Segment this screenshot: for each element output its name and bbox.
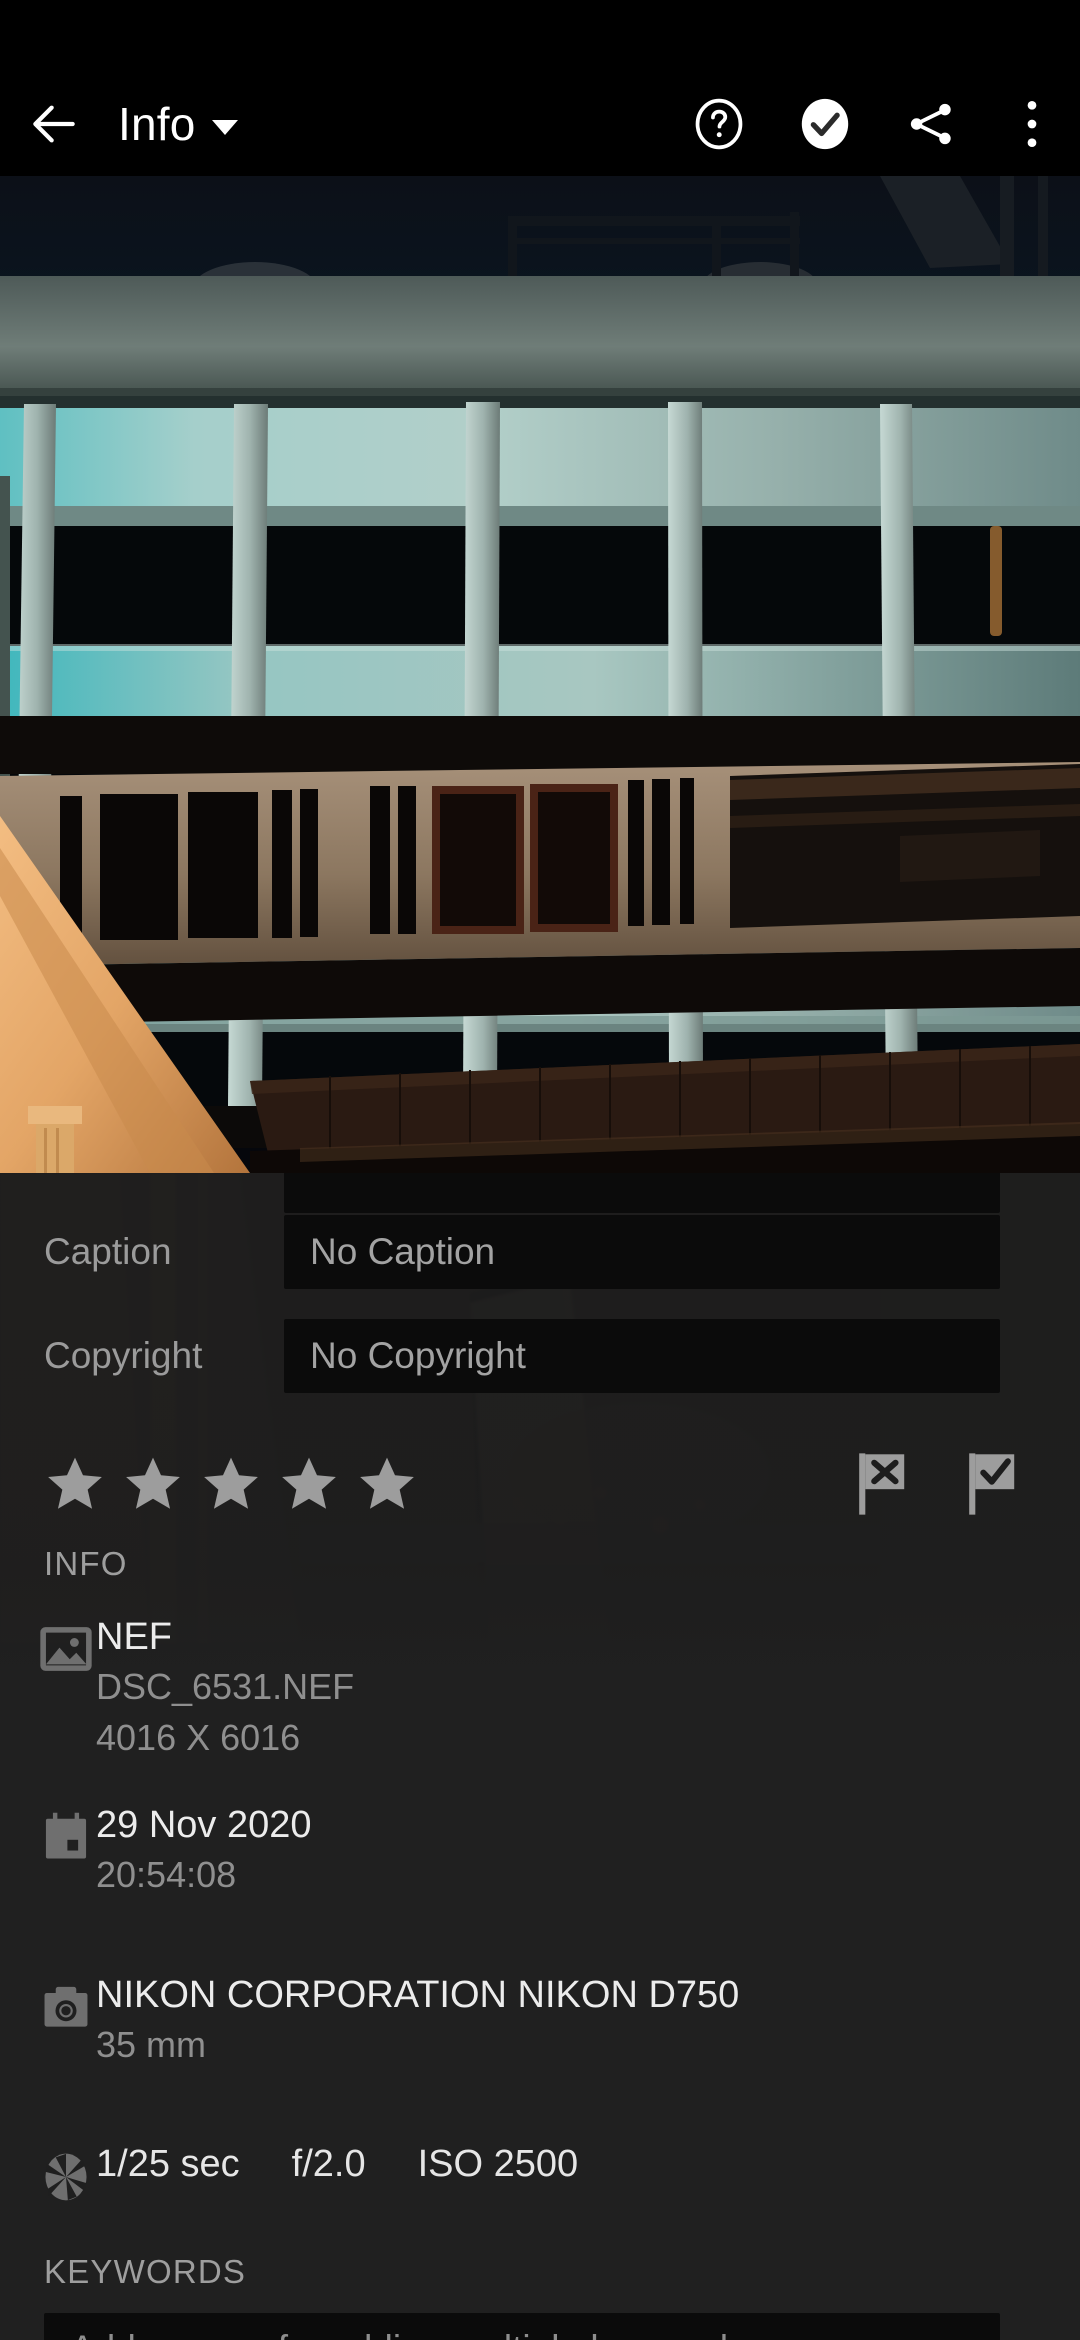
flag-controls — [856, 1451, 1028, 1517]
keywords-input[interactable]: Add comma for adding multiple keywords — [44, 2313, 1000, 2340]
file-dimensions: 4016 X 6016 — [96, 1716, 301, 1758]
info-row-camera-icon-wrap — [0, 1973, 96, 2040]
capture-time: 20:54:08 — [96, 1853, 237, 1895]
share-button[interactable] — [878, 72, 984, 176]
copyright-label: Copyright — [44, 1335, 203, 1376]
info-row-file: NEF DSC_6531.NEF 4016 X 6016 — [0, 1615, 1080, 1761]
photo-info-screen: Info Caption No Caption Copyright No Cop… — [0, 0, 1080, 2340]
caption-input[interactable]: No Caption — [284, 1215, 1000, 1289]
star-icon-4[interactable] — [278, 1453, 340, 1515]
share-icon — [910, 103, 951, 145]
shutter-speed: 1/25 sec — [96, 2143, 240, 2185]
help-circle-icon — [695, 98, 743, 150]
focal-length: 35 mm — [96, 2023, 207, 2065]
help-button[interactable] — [666, 72, 772, 176]
calendar-icon — [45, 1812, 87, 1859]
file-name: DSC_6531.NEF — [96, 1665, 355, 1707]
star-icon-3[interactable] — [200, 1453, 262, 1515]
photo-lower-building — [0, 716, 1080, 1173]
info-row-date-text: 29 Nov 2020 20:54:08 — [96, 1803, 312, 1899]
top-toolbar: Info — [0, 72, 1080, 176]
star-rating[interactable] — [44, 1453, 418, 1515]
image-icon — [40, 1627, 92, 1671]
caption-row: Caption No Caption — [0, 1213, 1080, 1291]
check-circle-icon — [801, 98, 849, 150]
status-bar — [0, 0, 1080, 72]
info-title-dropdown[interactable]: Info — [118, 101, 238, 147]
chevron-down-icon — [211, 119, 238, 135]
exposure-values: 1/25 sec f/2.0 ISO 2500 — [96, 2143, 578, 2186]
overflow-menu-button[interactable] — [984, 72, 1080, 176]
star-icon-1[interactable] — [44, 1453, 106, 1515]
caption-value: No Caption — [310, 1231, 496, 1272]
info-section-header: INFO — [44, 1545, 128, 1582]
camera-model: NIKON CORPORATION NIKON D750 — [96, 1974, 740, 2016]
confirm-button[interactable] — [772, 72, 878, 176]
photo-preview[interactable] — [0, 176, 1080, 1173]
caption-label: Caption — [44, 1231, 172, 1272]
flag-reject-icon[interactable] — [856, 1451, 918, 1517]
info-row-date-icon-wrap — [0, 1803, 96, 1870]
info-row-camera-text: NIKON CORPORATION NIKON D750 35 mm — [96, 1973, 739, 2069]
info-row-camera: NIKON CORPORATION NIKON D750 35 mm — [0, 1973, 1080, 2069]
info-row-file-text: NEF DSC_6531.NEF 4016 X 6016 — [96, 1615, 354, 1761]
info-row-exposure-icon-wrap — [0, 2143, 96, 2210]
capture-date: 29 Nov 2020 — [96, 1804, 312, 1846]
info-row-exposure: 1/25 sec f/2.0 ISO 2500 — [0, 2143, 1080, 2210]
more-vertical-icon — [1027, 100, 1037, 148]
arrow-left-icon — [33, 105, 75, 143]
field-above-caption-partial[interactable] — [284, 1173, 1000, 1213]
panel-content: Caption No Caption Copyright No Copyrigh… — [0, 1173, 1080, 2340]
file-format: NEF — [96, 1616, 172, 1658]
keywords-section-header: KEYWORDS — [44, 2253, 247, 2290]
copyright-value: No Copyright — [310, 1335, 526, 1376]
back-button[interactable] — [0, 72, 108, 176]
info-row-date: 29 Nov 2020 20:54:08 — [0, 1803, 1080, 1899]
aperture-icon — [45, 2153, 87, 2201]
rating-row — [0, 1429, 1080, 1539]
iso-value: ISO 2500 — [417, 2143, 579, 2185]
star-icon-2[interactable] — [122, 1453, 184, 1515]
flag-pick-icon[interactable] — [966, 1451, 1028, 1517]
keywords-placeholder: Add comma for adding multiple keywords — [70, 2328, 747, 2340]
copyright-row: Copyright No Copyright — [0, 1317, 1080, 1395]
aperture-value: f/2.0 — [291, 2143, 366, 2185]
page-title: Info — [118, 98, 196, 150]
star-icon-5[interactable] — [356, 1453, 418, 1515]
copyright-input[interactable]: No Copyright — [284, 1319, 1000, 1393]
camera-icon — [44, 1986, 88, 2027]
info-panel: Caption No Caption Copyright No Copyrigh… — [0, 1173, 1080, 2340]
info-row-file-icon-wrap — [0, 1615, 96, 1682]
